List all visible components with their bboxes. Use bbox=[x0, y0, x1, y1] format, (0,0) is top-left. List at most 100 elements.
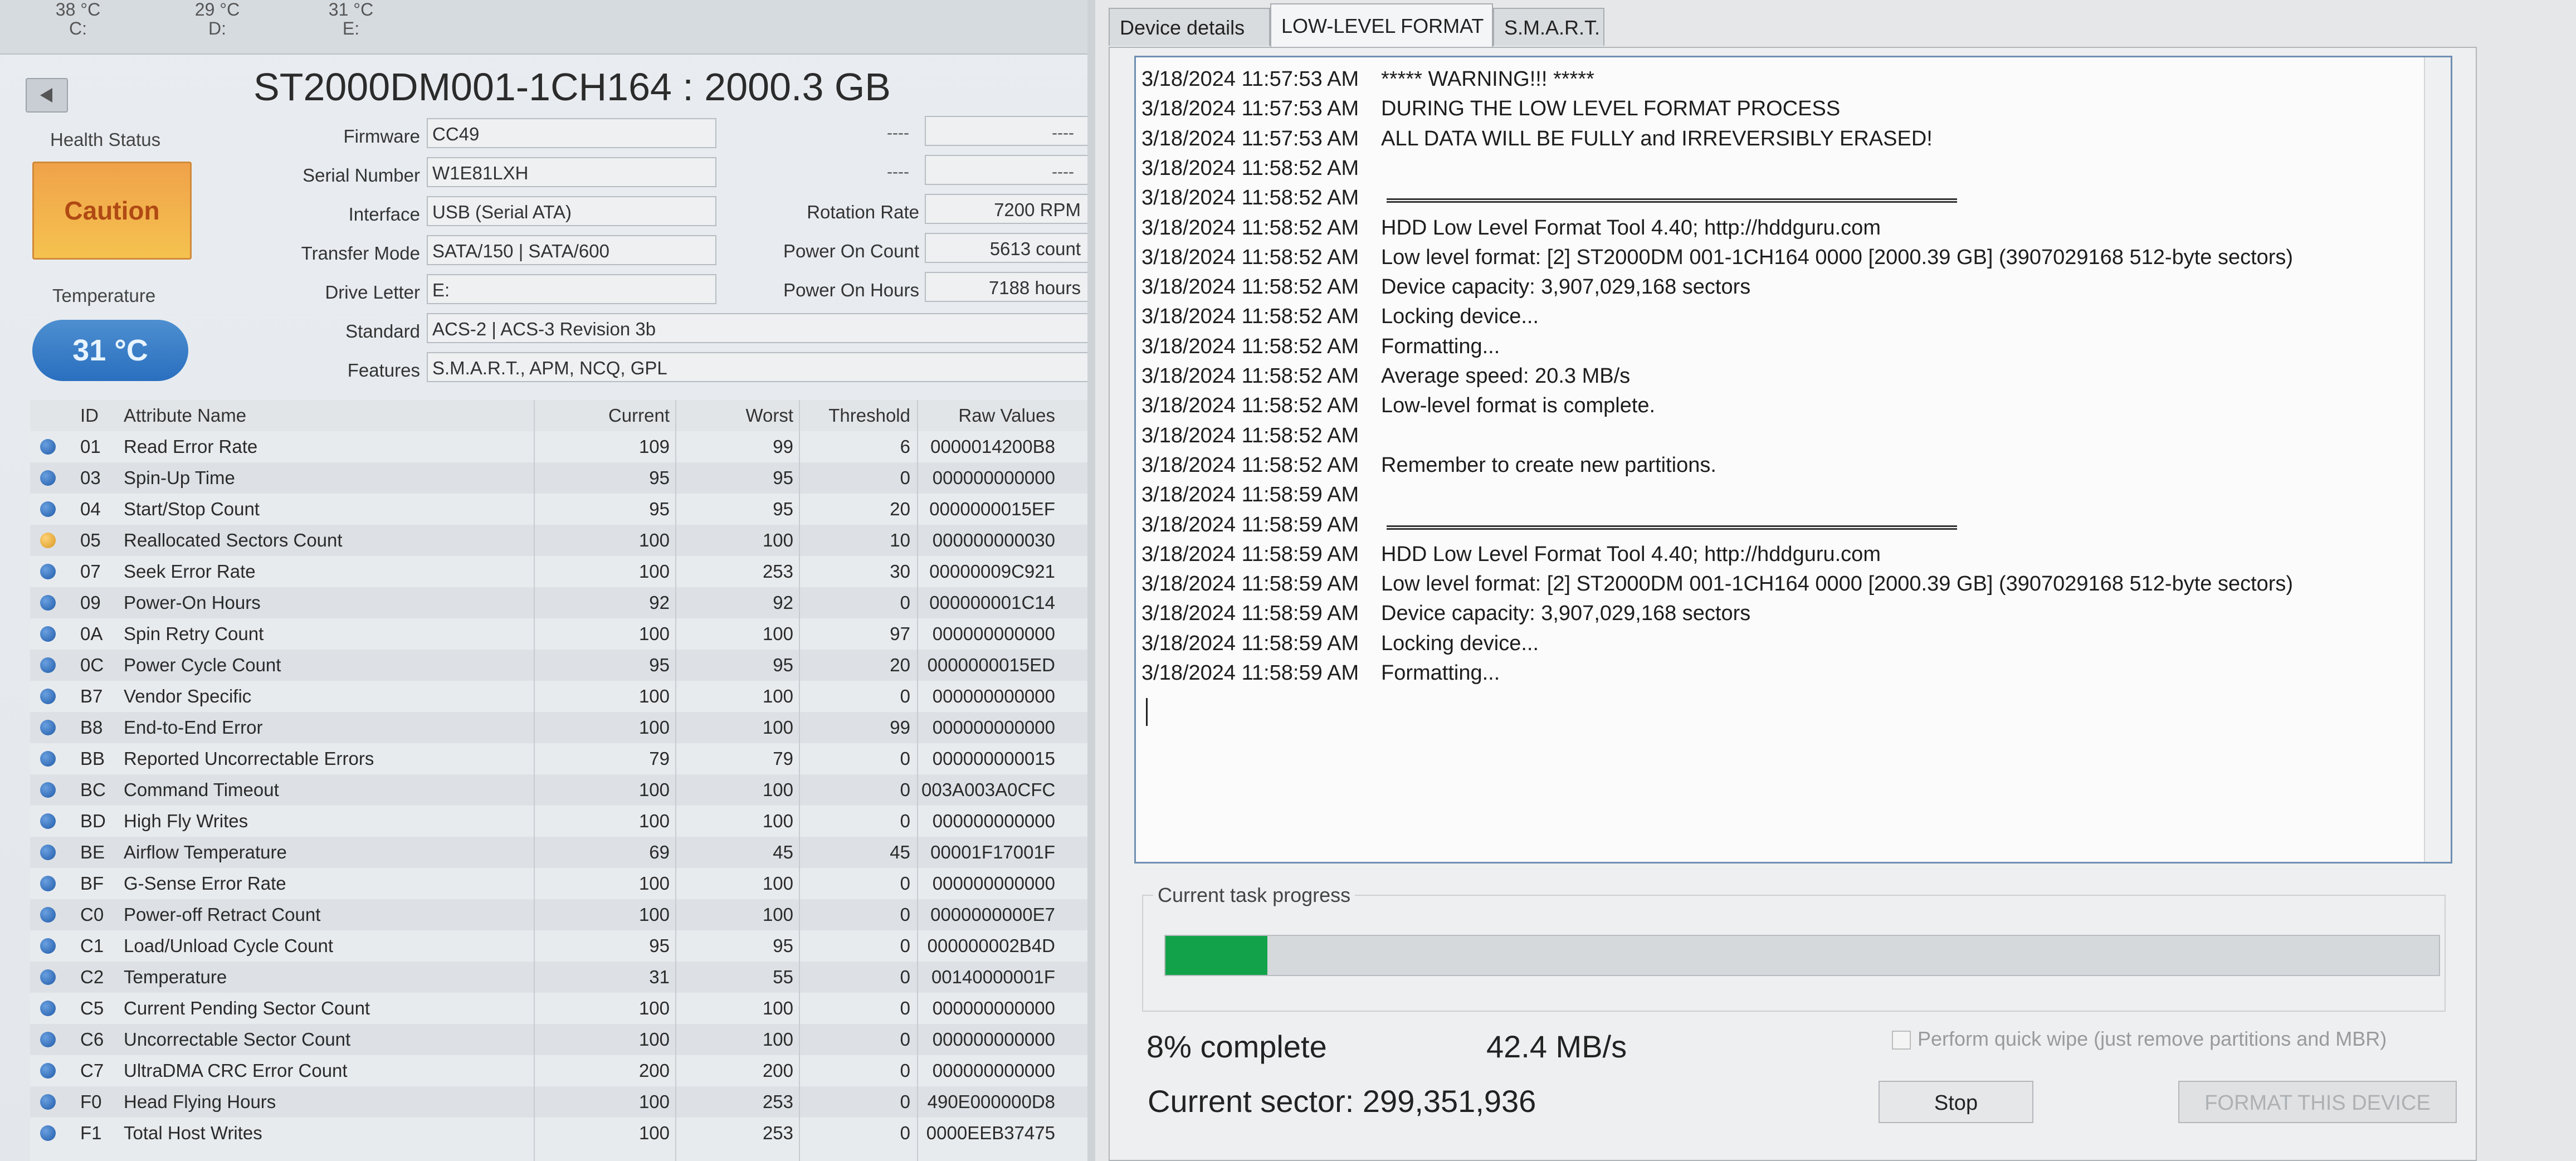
attr-threshold: 0 bbox=[900, 1060, 910, 1081]
drive-c-button[interactable]: 38 °C C: bbox=[33, 0, 123, 38]
attr-name: G-Sense Error Rate bbox=[124, 873, 286, 894]
log-message: Locking device... bbox=[1381, 305, 1539, 329]
attr-worst: 200 bbox=[762, 1060, 793, 1081]
table-row[interactable]: BF G-Sense Error Rate 100 100 0 000000000000 bbox=[30, 868, 1095, 899]
quick-wipe-checkbox[interactable]: Perform quick wipe (just remove partitio… bbox=[1892, 1027, 2387, 1051]
col-attribute-name[interactable]: Attribute Name bbox=[124, 400, 558, 431]
smart-table[interactable]: ID Attribute Name Current Worst Threshol… bbox=[30, 400, 1095, 1161]
attr-name: Spin Retry Count bbox=[124, 623, 264, 644]
attr-name: UltraDMA CRC Error Count bbox=[124, 1060, 348, 1081]
drive-e-button[interactable]: 31 °C E: bbox=[306, 0, 396, 38]
log-separator bbox=[1387, 198, 1957, 203]
table-row[interactable]: 05 Reallocated Sectors Count 100 100 10 00000… bbox=[30, 525, 1095, 556]
table-row[interactable]: 0C Power Cycle Count 95 95 20 0000000015ED bbox=[30, 650, 1095, 681]
log-message: DURING THE LOW LEVEL FORMAT PROCESS bbox=[1381, 97, 1841, 121]
log-timestamp: 3/18/2024 11:58:59 AM bbox=[1141, 542, 1359, 566]
drive-d-button[interactable]: 29 °C D: bbox=[173, 0, 262, 38]
table-row[interactable]: BB Reported Uncorrectable Errors 79 79 0 0000… bbox=[30, 743, 1095, 774]
good-status-icon bbox=[40, 813, 56, 829]
log-line: 3/18/2024 11:58:52 AM Device capacity: 3,… bbox=[1141, 275, 1750, 299]
attr-worst: 99 bbox=[773, 436, 793, 457]
table-row[interactable]: 03 Spin-Up Time 95 95 0 000000000000 bbox=[30, 462, 1095, 494]
tab-smart[interactable]: S.M.A.R.T. bbox=[1493, 8, 1604, 46]
log-timestamp: 3/18/2024 11:58:52 AM bbox=[1141, 275, 1359, 299]
col-threshold[interactable]: Threshold bbox=[799, 400, 910, 431]
table-row[interactable]: F1 Total Host Writes 100 253 0 0000EEB37475 bbox=[30, 1118, 1095, 1149]
table-row[interactable]: BD High Fly Writes 100 100 0 000000000000 bbox=[30, 806, 1095, 837]
log-line: 3/18/2024 11:58:59 AM Low level format: [… bbox=[1141, 572, 2293, 596]
table-row[interactable]: 0A Spin Retry Count 100 100 97 000000000000 bbox=[30, 618, 1095, 650]
col-worst[interactable]: Worst bbox=[676, 400, 793, 431]
attr-worst: 95 bbox=[773, 935, 793, 956]
log-line: 3/18/2024 11:57:53 AM ALL DATA WILL BE FU… bbox=[1141, 127, 1933, 151]
table-row[interactable]: 04 Start/Stop Count 95 95 20 0000000015EF bbox=[30, 494, 1095, 525]
table-row[interactable]: B8 End-to-End Error 100 100 99 000000000000 bbox=[30, 712, 1095, 743]
quick-wipe-label: Perform quick wipe (just remove partitio… bbox=[1918, 1027, 2387, 1050]
attr-raw: 0000000015EF bbox=[929, 499, 1055, 519]
temperature-badge[interactable]: 31 °C bbox=[32, 320, 188, 381]
table-row[interactable]: C6 Uncorrectable Sector Count 100 100 0 00000… bbox=[30, 1024, 1095, 1055]
log-line: 3/18/2024 11:58:52 AM HDD Low Level Forma… bbox=[1141, 216, 1881, 240]
attr-name: Head Flying Hours bbox=[124, 1091, 276, 1112]
log-output[interactable]: 3/18/2024 11:57:53 AM ***** WARNING!!! **… bbox=[1134, 56, 2452, 864]
attr-raw: 003A003A0CFC bbox=[921, 779, 1056, 800]
table-row[interactable]: C1 Load/Unload Cycle Count 95 95 0 000000002B… bbox=[30, 930, 1095, 962]
table-row[interactable]: C0 Power-off Retract Count 100 100 0 00000000… bbox=[30, 899, 1095, 930]
log-timestamp: 3/18/2024 11:57:53 AM bbox=[1141, 97, 1359, 121]
good-status-icon bbox=[40, 751, 56, 767]
rotation-rate-label: Rotation Rate bbox=[807, 202, 919, 222]
log-timestamp: 3/18/2024 11:58:59 AM bbox=[1141, 572, 1359, 596]
table-row[interactable]: 07 Seek Error Rate 100 253 30 00000009C921 bbox=[30, 556, 1095, 587]
attr-worst: 100 bbox=[762, 717, 793, 738]
tab-low-level-format[interactable]: LOW-LEVEL FORMAT bbox=[1270, 3, 1493, 47]
log-message: Device capacity: 3,907,029,168 sectors bbox=[1381, 275, 1751, 299]
log-timestamp: 3/18/2024 11:58:52 AM bbox=[1141, 216, 1359, 240]
attr-name: Reported Uncorrectable Errors bbox=[124, 748, 374, 769]
table-row[interactable]: BC Command Timeout 100 100 0 003A003A0CFC bbox=[30, 774, 1095, 806]
log-scrollbar[interactable] bbox=[2424, 57, 2451, 862]
log-timestamp: 3/18/2024 11:58:59 AM bbox=[1141, 631, 1359, 655]
column-divider bbox=[917, 400, 918, 1161]
health-status-label: Health Status bbox=[50, 129, 161, 150]
column-divider bbox=[799, 400, 800, 1161]
table-header: ID Attribute Name Current Worst Threshol… bbox=[30, 400, 1095, 431]
table-row[interactable]: F0 Head Flying Hours 100 253 0 490E000000D8 bbox=[30, 1086, 1095, 1118]
standard-label: Standard bbox=[345, 321, 420, 342]
rotation-rate-field: 7200 RPM bbox=[925, 194, 1090, 224]
drive-letter: D: bbox=[208, 18, 226, 38]
attr-raw: 000000000030 bbox=[932, 530, 1055, 550]
stop-button[interactable]: Stop bbox=[1879, 1081, 2033, 1123]
table-row[interactable]: C2 Temperature 31 55 0 00140000001F bbox=[30, 962, 1095, 993]
serial-field: W1E81LXH bbox=[427, 157, 716, 187]
col-raw-values[interactable]: Raw Values bbox=[921, 400, 1055, 431]
health-status-badge[interactable]: Caution bbox=[32, 162, 192, 260]
attr-raw: 000000000000 bbox=[932, 717, 1055, 738]
attr-threshold: 0 bbox=[900, 811, 910, 831]
tab-device-details[interactable]: Device details bbox=[1109, 8, 1270, 46]
attr-worst: 253 bbox=[762, 561, 793, 582]
good-status-icon bbox=[40, 1032, 56, 1047]
table-row[interactable]: BE Airflow Temperature 69 45 45 00001F17001F bbox=[30, 837, 1095, 868]
checkbox-box[interactable] bbox=[1892, 1031, 1911, 1050]
log-timestamp: 3/18/2024 11:58:59 AM bbox=[1141, 483, 1359, 507]
table-row[interactable]: 09 Power-On Hours 92 92 0 000000001C14 bbox=[30, 587, 1095, 618]
table-row[interactable]: 01 Read Error Rate 109 99 6 0000014200B8 bbox=[30, 431, 1095, 462]
log-line: 3/18/2024 11:58:52 AM Average speed: 20.3… bbox=[1141, 364, 1630, 388]
log-line: 3/18/2024 11:58:52 AM Remember to create … bbox=[1141, 453, 1716, 477]
attr-raw: 000000000000 bbox=[932, 686, 1055, 706]
good-status-icon bbox=[40, 564, 56, 579]
table-row[interactable]: B7 Vendor Specific 100 100 0 000000000000 bbox=[30, 681, 1095, 712]
table-row[interactable]: C5 Current Pending Sector Count 100 100 0 000… bbox=[30, 993, 1095, 1024]
disk-title: ST2000DM001-1CH164 : 2000.3 GB bbox=[253, 65, 891, 109]
attr-worst: 92 bbox=[773, 592, 793, 613]
drive-bar: 38 °C C: 29 °C D: 31 °C E: bbox=[0, 0, 1095, 55]
format-this-device-button[interactable]: FORMAT THIS DEVICE bbox=[2178, 1081, 2457, 1123]
log-message: Formatting... bbox=[1381, 334, 1500, 358]
log-message: HDD Low Level Format Tool 4.40; http://h… bbox=[1381, 216, 1881, 240]
attr-raw: 000000001C14 bbox=[929, 592, 1055, 613]
attr-threshold: 10 bbox=[890, 530, 910, 550]
previous-disk-button[interactable] bbox=[26, 78, 68, 113]
log-timestamp: 3/18/2024 11:57:53 AM bbox=[1141, 67, 1359, 91]
table-row[interactable]: C7 UltraDMA CRC Error Count 200 200 0 0000000… bbox=[30, 1055, 1095, 1086]
good-status-icon bbox=[40, 720, 56, 735]
